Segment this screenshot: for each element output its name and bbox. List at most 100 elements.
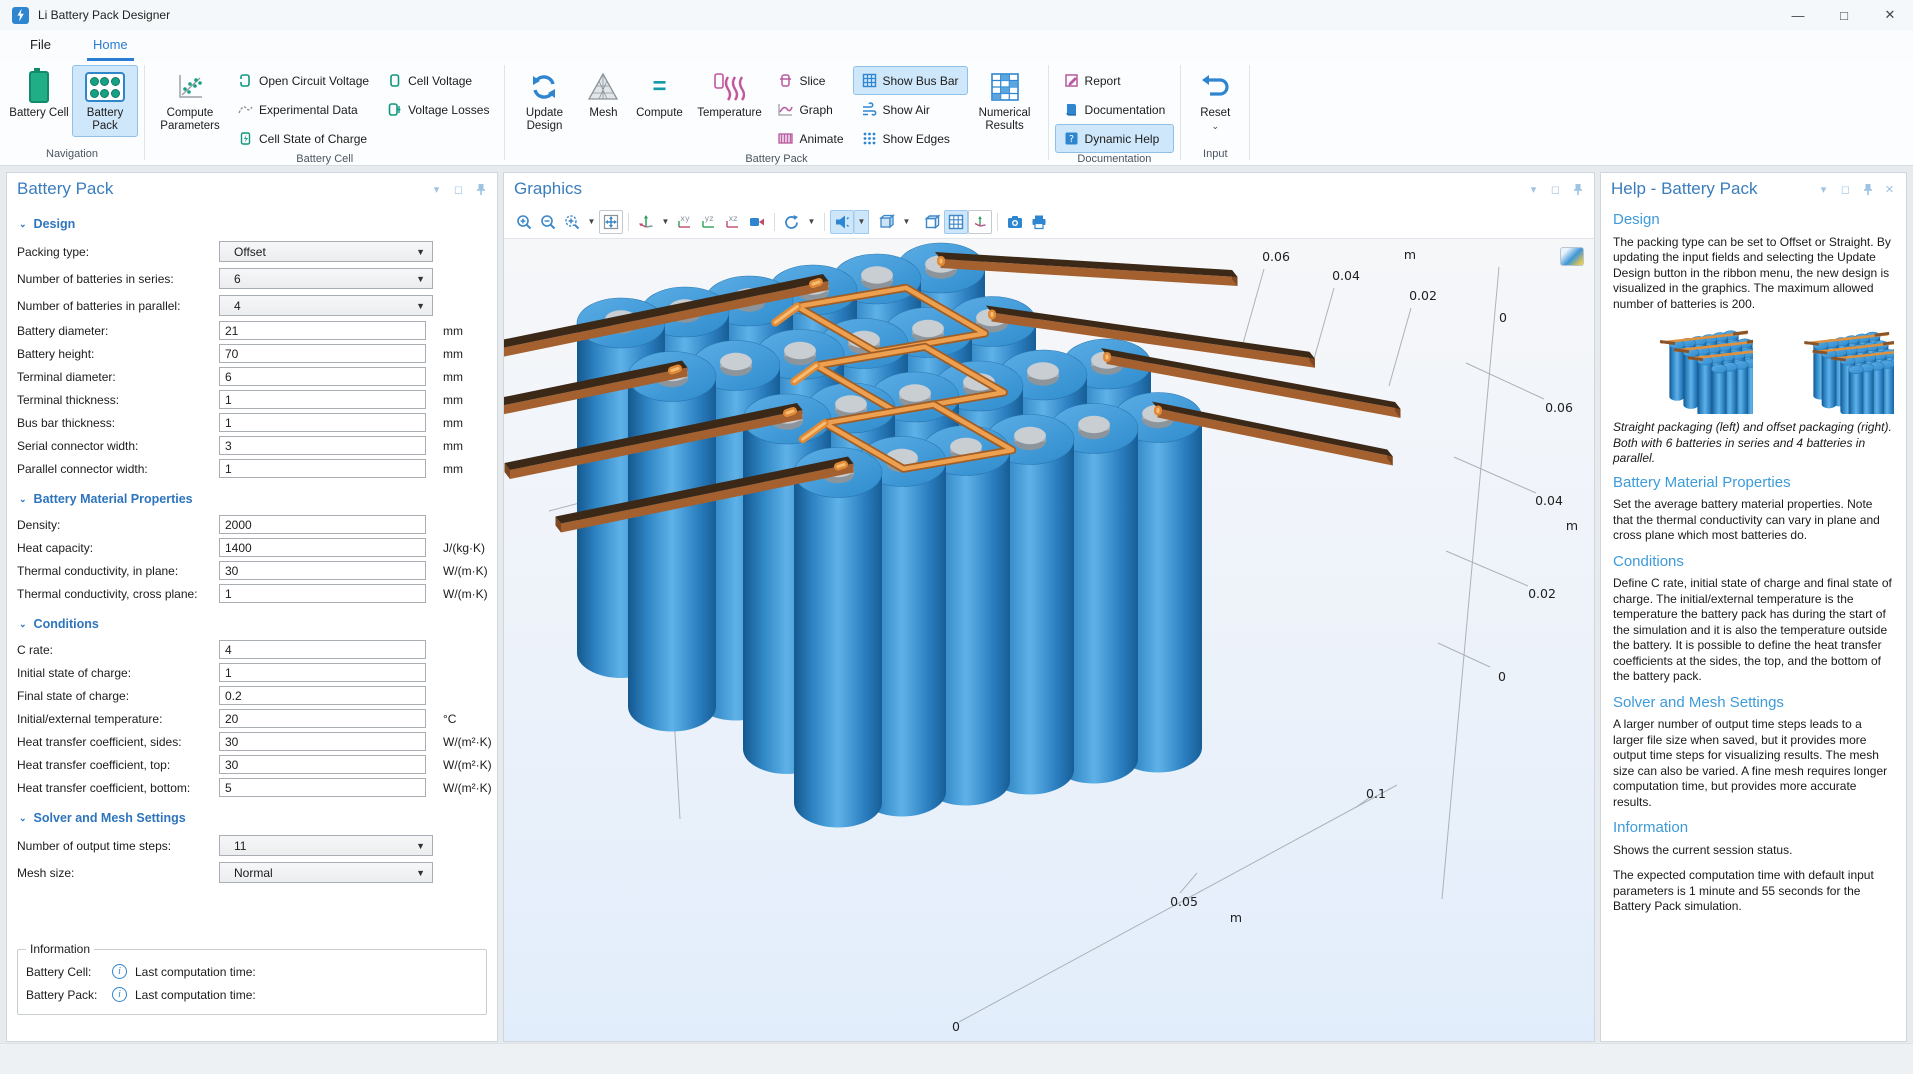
num-parallel-select[interactable]: 4▼ [219, 295, 433, 316]
cell-state-of-charge-button[interactable]: Cell State of Charge [229, 124, 378, 153]
show-bus-bar-button[interactable]: Show Bus Bar [853, 66, 968, 95]
parallel-connector-width-input[interactable]: 1 [219, 459, 426, 478]
menu-file[interactable]: File [24, 30, 57, 61]
svg-text:yz: yz [705, 214, 714, 223]
numerical-results-button[interactable]: Numerical Results [968, 65, 1042, 137]
snapshot-icon[interactable] [1003, 210, 1027, 234]
z-axis-tick: 0.06 [1545, 400, 1573, 415]
section-solver-mesh[interactable]: ⌄Solver and Mesh Settings [19, 811, 487, 825]
report-button[interactable]: Report [1055, 66, 1175, 95]
terminal-thickness-input[interactable]: 1 [219, 390, 426, 409]
terminal-diameter-input[interactable]: 6 [219, 367, 426, 386]
view-xz-icon[interactable]: xz [721, 210, 745, 234]
compute-button[interactable]: = Compute [629, 65, 689, 124]
scene-light-icon[interactable] [830, 210, 854, 234]
section-conditions[interactable]: ⌄Conditions [19, 617, 487, 631]
zoom-box-icon[interactable] [560, 210, 584, 234]
view-yz-icon[interactable]: yz [697, 210, 721, 234]
panel-pin-icon[interactable] [474, 183, 487, 196]
experimental-data-button[interactable]: Experimental Data [229, 95, 378, 124]
x-axis-tick: 0.04 [1332, 268, 1360, 283]
thermal-conductivity-in-plane-input[interactable]: 30 [219, 561, 426, 580]
graphics-canvas[interactable]: 0.06 0.04 0.02 0 m 0.06 0.04 m 0.02 0 0.… [504, 239, 1594, 1041]
show-axes-icon[interactable] [968, 210, 992, 234]
panel-menu-icon[interactable]: ▾ [430, 183, 443, 196]
menu-home[interactable]: Home [87, 30, 134, 61]
panel-float-icon[interactable]: ◻ [1549, 183, 1562, 196]
default-3d-view-icon[interactable] [634, 210, 658, 234]
close-icon[interactable]: ✕ [1867, 0, 1913, 30]
panel-menu-icon[interactable]: ▾ [1817, 183, 1830, 196]
orthographic-icon[interactable] [920, 210, 944, 234]
temperature-button[interactable]: Temperature [689, 65, 769, 124]
zoom-in-icon[interactable] [512, 210, 536, 234]
panel-pin-icon[interactable] [1861, 183, 1874, 196]
environment-caret-icon[interactable]: ▼ [899, 210, 914, 234]
minimize-icon[interactable]: — [1775, 0, 1821, 30]
scene-light-caret-icon[interactable]: ▼ [854, 210, 869, 234]
panel-float-icon[interactable]: ◻ [452, 183, 465, 196]
grid-icon[interactable] [944, 210, 968, 234]
print-icon[interactable] [1027, 210, 1051, 234]
information-box: Information Battery Cell:iLast computati… [17, 942, 487, 1015]
help-figure [1613, 322, 1894, 414]
battery-cell-button[interactable]: Battery Cell [6, 65, 72, 124]
graph-button[interactable]: Graph [769, 95, 852, 124]
scene-orientation-icon[interactable] [1560, 247, 1584, 266]
battery-diameter-input[interactable]: 21 [219, 321, 426, 340]
c-rate-input[interactable]: 4 [219, 640, 426, 659]
num-series-select[interactable]: 6▼ [219, 268, 433, 289]
heat-capacity-input[interactable]: 1400 [219, 538, 426, 557]
zoom-box-caret-icon[interactable]: ▼ [584, 210, 599, 234]
panel-float-icon[interactable]: ◻ [1839, 183, 1852, 196]
reset-caret-icon[interactable]: ⌄ [1211, 120, 1219, 133]
initial-temperature-input[interactable]: 20 [219, 709, 426, 728]
density-input[interactable]: 2000 [219, 515, 426, 534]
voltage-losses-button[interactable]: Voltage Losses [378, 95, 498, 124]
serial-connector-width-input[interactable]: 3 [219, 436, 426, 455]
slice-button[interactable]: Slice [769, 66, 852, 95]
rotate-icon[interactable] [780, 210, 804, 234]
camera-view-icon[interactable] [745, 210, 769, 234]
panel-menu-icon[interactable]: ▾ [1527, 183, 1540, 196]
packing-type-select[interactable]: Offset▼ [219, 241, 433, 262]
htc-sides-input[interactable]: 30 [219, 732, 426, 751]
initial-soc-input[interactable]: 1 [219, 663, 426, 682]
open-circuit-voltage-button[interactable]: Open Circuit Voltage [229, 66, 378, 95]
mesh-button[interactable]: Mesh [577, 65, 629, 124]
mesh-size-select[interactable]: Normal▼ [219, 862, 433, 883]
show-air-button[interactable]: Show Air [853, 95, 968, 124]
battery-cell-status: Last computation time: [135, 965, 256, 979]
battery-pack-button[interactable]: Battery Pack [72, 65, 138, 137]
show-edges-button[interactable]: Show Edges [853, 124, 968, 153]
compute-parameters-button[interactable]: Compute Parameters [151, 65, 229, 137]
view-xy-icon[interactable]: xy [673, 210, 697, 234]
zoom-out-icon[interactable] [536, 210, 560, 234]
app-icon [12, 7, 29, 24]
section-design[interactable]: ⌄Design [19, 217, 487, 231]
thermal-conductivity-cross-plane-input[interactable]: 1 [219, 584, 426, 603]
htc-bottom-input[interactable]: 5 [219, 778, 426, 797]
cell-voltage-button[interactable]: Cell Voltage [378, 66, 498, 95]
zoom-extents-icon[interactable] [599, 210, 623, 234]
chevron-down-icon: ▼ [416, 301, 425, 311]
svg-text:?: ? [1069, 134, 1074, 145]
battery-height-input[interactable]: 70 [219, 344, 426, 363]
animate-button[interactable]: Animate [769, 124, 852, 153]
reset-button[interactable]: Reset ⌄ [1187, 65, 1243, 137]
maximize-icon[interactable]: □ [1821, 0, 1867, 30]
htc-top-input[interactable]: 30 [219, 755, 426, 774]
final-soc-input[interactable]: 0.2 [219, 686, 426, 705]
bus-bar-thickness-input[interactable]: 1 [219, 413, 426, 432]
update-design-button[interactable]: Update Design [511, 65, 577, 137]
default-3d-view-caret-icon[interactable]: ▼ [658, 210, 673, 234]
dynamic-help-button[interactable]: ? Dynamic Help [1055, 124, 1175, 153]
section-battery-material[interactable]: ⌄Battery Material Properties [19, 492, 487, 506]
rotate-caret-icon[interactable]: ▼ [804, 210, 819, 234]
update-design-icon [529, 69, 559, 105]
environment-icon[interactable] [875, 210, 899, 234]
panel-close-icon[interactable]: ✕ [1883, 183, 1896, 196]
panel-pin-icon[interactable] [1571, 183, 1584, 196]
output-time-steps-select[interactable]: 11▼ [219, 835, 433, 856]
documentation-button[interactable]: Documentation [1055, 95, 1175, 124]
